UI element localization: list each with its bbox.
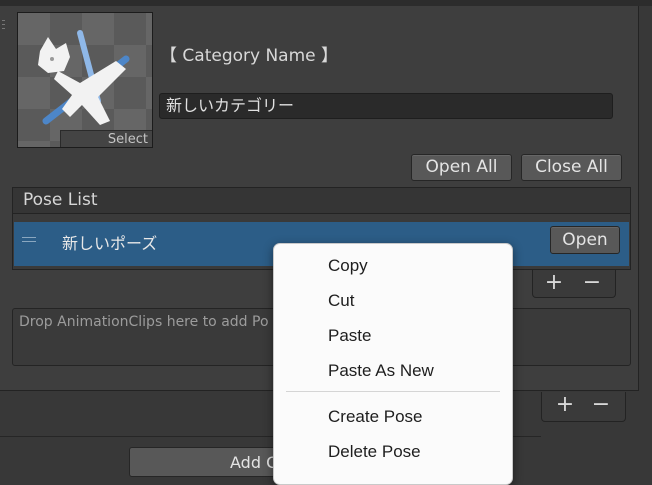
category-name-input[interactable]: 新しいカテゴリー <box>159 93 613 119</box>
menu-item-cut[interactable]: Cut <box>328 291 354 311</box>
pose-thumbnail[interactable]: Select <box>17 12 153 148</box>
menu-item-paste[interactable]: Paste <box>328 326 371 346</box>
open-all-button[interactable]: Open All <box>411 154 512 181</box>
menu-item-copy[interactable]: Copy <box>328 256 368 276</box>
remove-pose-button[interactable]: − <box>577 270 607 295</box>
add-pose-button[interactable]: + <box>539 270 569 295</box>
drag-handle-icon[interactable] <box>2 20 5 32</box>
menu-separator <box>286 391 500 392</box>
remove-category-button[interactable]: − <box>586 392 616 417</box>
row-drag-handle-icon[interactable] <box>22 237 36 245</box>
pose-list-footer: + − <box>532 270 616 298</box>
add-category-button[interactable]: + <box>550 392 580 417</box>
category-list-footer: + − <box>541 392 626 422</box>
thumbnail-select-label[interactable]: Select <box>60 130 152 147</box>
menu-item-delete-pose[interactable]: Delete Pose <box>328 442 421 462</box>
open-pose-button[interactable]: Open <box>550 226 620 254</box>
pose-cat-icon <box>38 30 130 125</box>
pose-item-label: 新しいポーズ <box>62 234 158 253</box>
menu-item-paste-as-new[interactable]: Paste As New <box>328 361 434 381</box>
category-name-label: 【 Category Name 】 <box>160 46 339 66</box>
context-menu: Copy Cut Paste Paste As New Create Pose … <box>273 243 513 485</box>
pose-list-header: Pose List <box>12 187 631 214</box>
menu-item-create-pose[interactable]: Create Pose <box>328 407 423 427</box>
close-all-button[interactable]: Close All <box>521 154 622 181</box>
